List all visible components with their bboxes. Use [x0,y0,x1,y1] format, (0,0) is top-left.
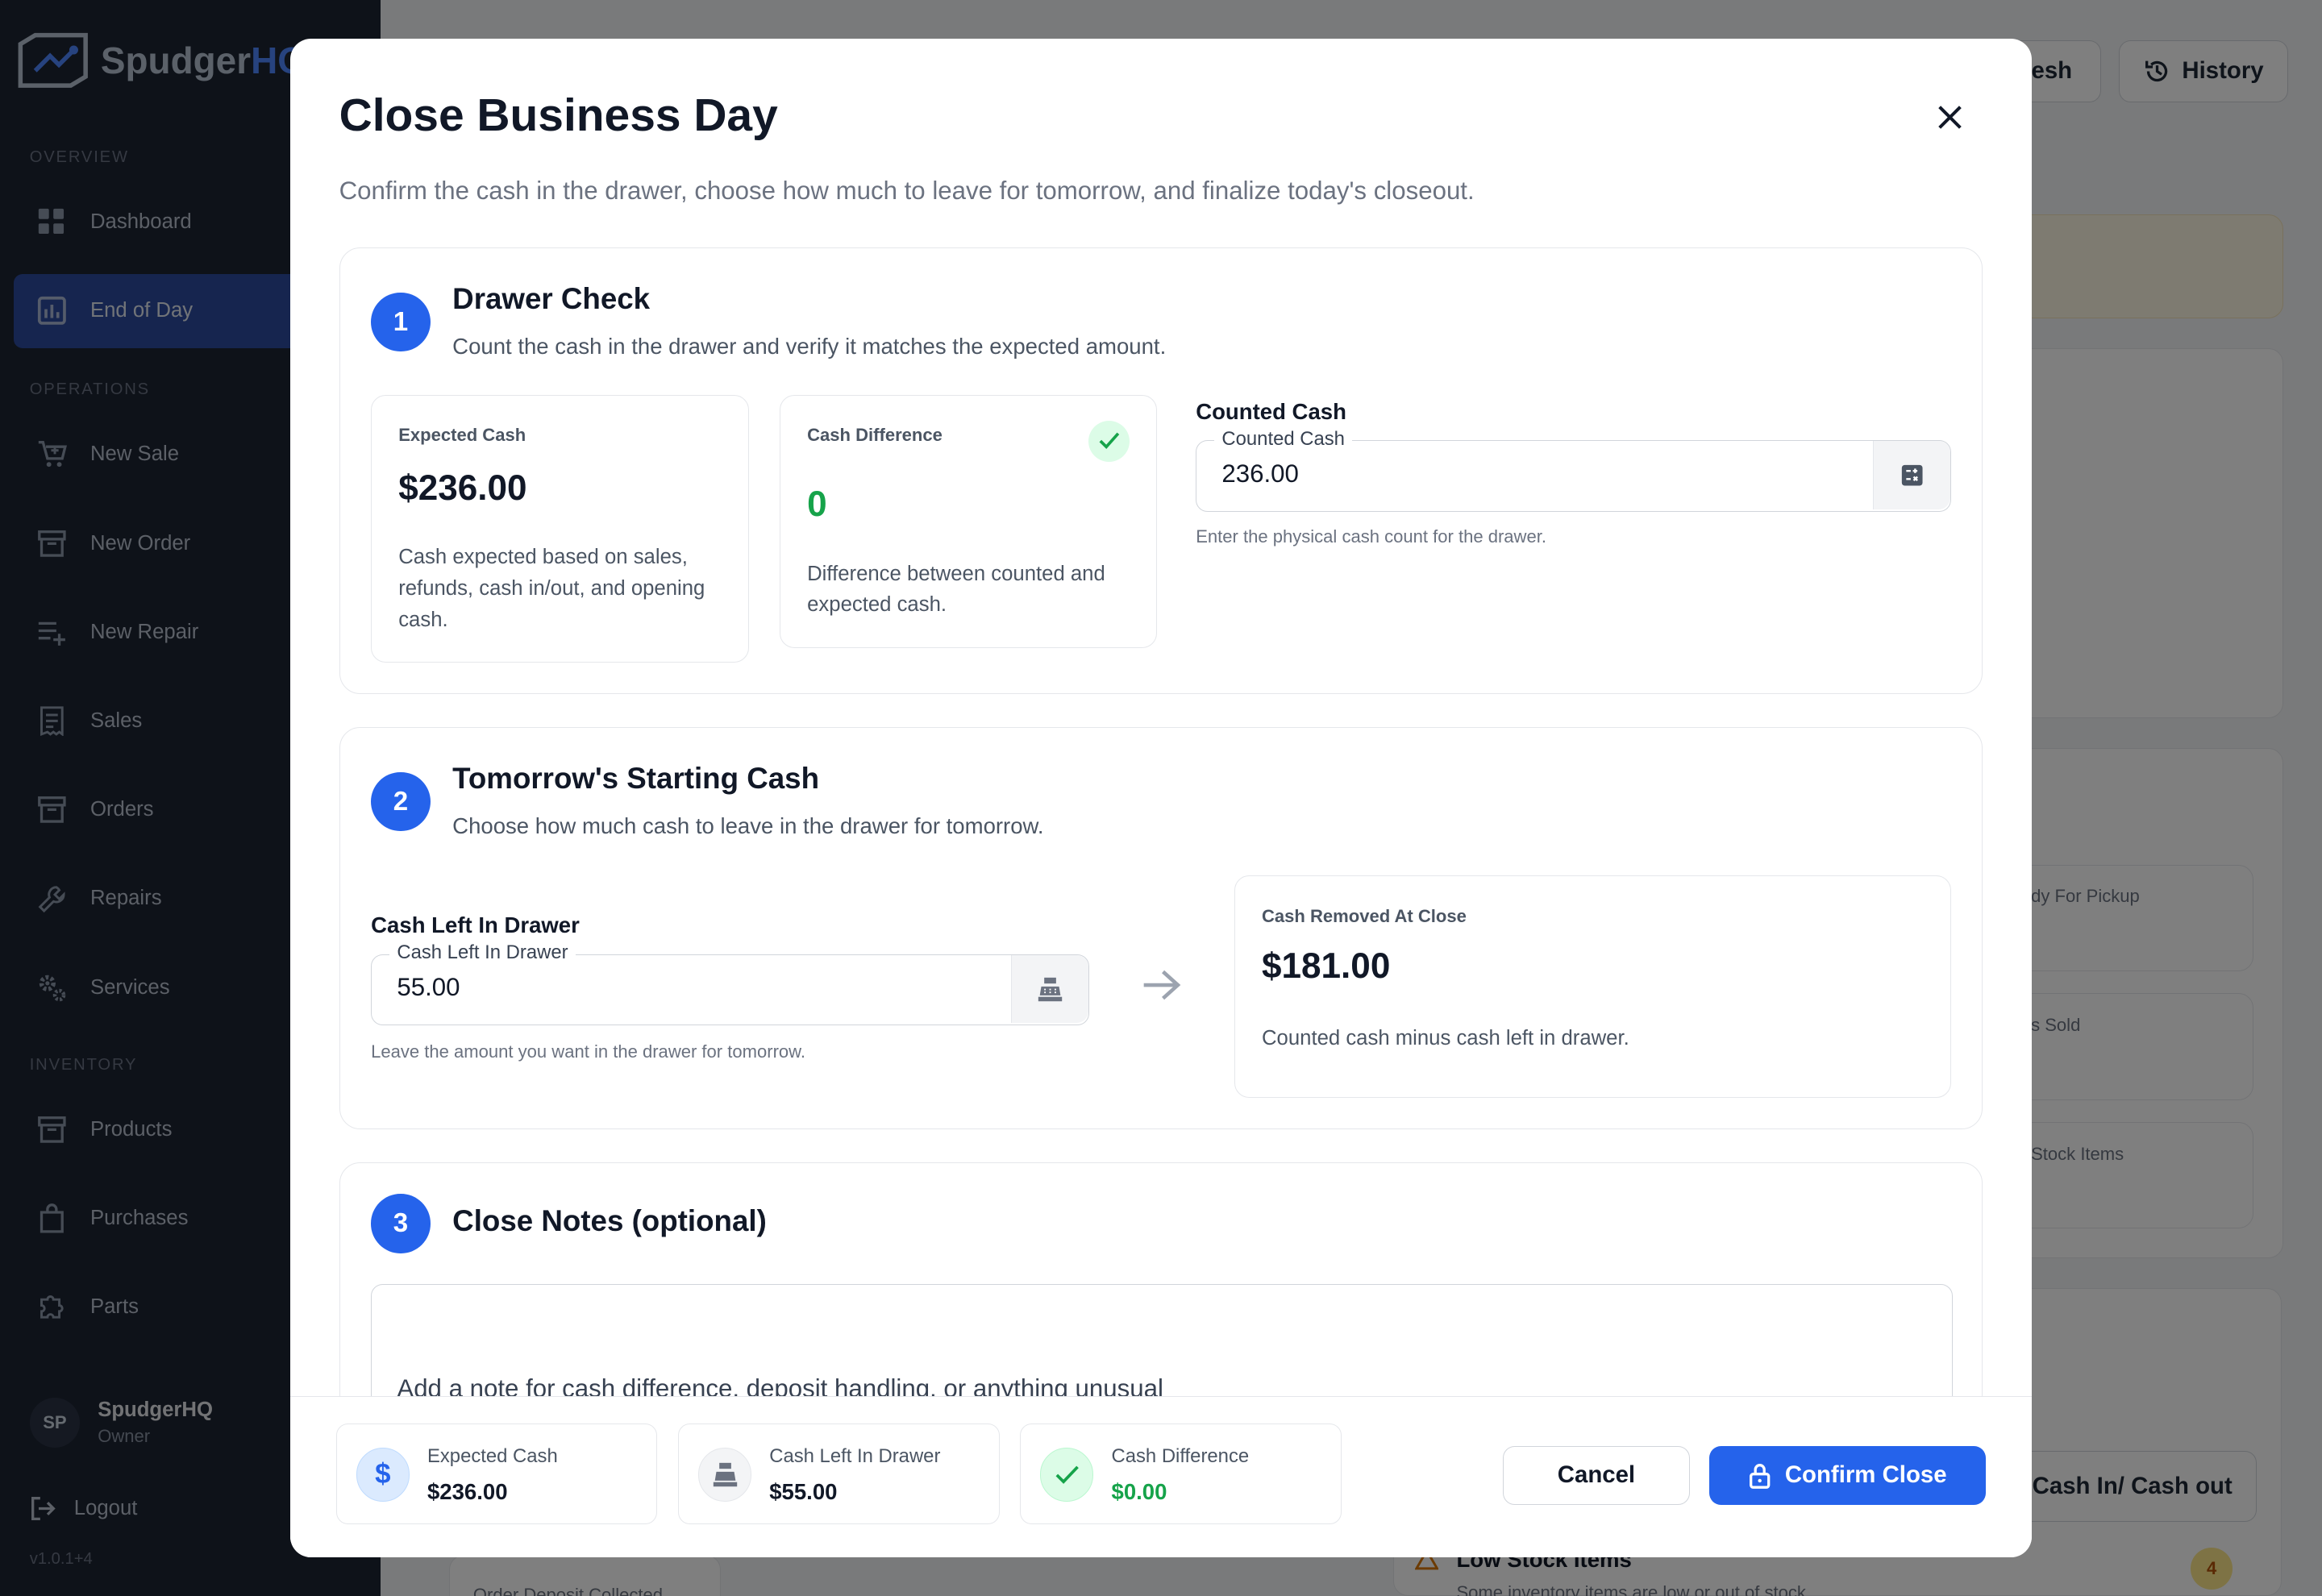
confirm-close-label: Confirm Close [1784,1461,1947,1489]
confirm-close-button[interactable]: Confirm Close [1708,1445,1986,1506]
dollar-icon: $ [356,1448,410,1502]
starting-cash-section: 2 Tomorrow's Starting Cash Choose how mu… [339,726,1983,1130]
counted-cash-help: Enter the physical cash count for the dr… [1196,526,1546,547]
counted-cash-label: Counted Cash [1196,399,1346,425]
cash-difference-label: Cash Difference [807,425,943,446]
cancel-button[interactable]: Cancel [1503,1445,1690,1506]
check-icon [1040,1448,1094,1502]
cash-removed-description: Counted cash minus cash left in drawer. [1262,1027,1629,1050]
dialog-title: Close Business Day [339,89,778,142]
expected-cash-description: Cash expected based on sales, refunds, c… [398,546,705,631]
calculator-icon [1901,464,1923,486]
footer-difference-value: $0.00 [1111,1479,1167,1504]
footer-expected-value: $236.00 [427,1479,508,1504]
step-number: 1 [371,292,431,352]
expected-cash-label: Expected Cash [398,425,526,446]
close-business-day-dialog: Close Business Day Confirm the cash in t… [289,38,2032,1558]
cash-difference-value: 0 [807,484,827,524]
counted-cash-legend: Counted Cash [1214,427,1353,451]
cash-difference-description: Difference between counted and expected … [807,562,1105,617]
section-title: Drawer Check [452,281,651,315]
counted-cash-input[interactable] [1221,459,1815,488]
arrow-right-icon [1143,970,1181,1000]
lock-icon [1749,1463,1771,1489]
cash-difference-card: Cash Difference 0 Difference between cou… [780,394,1158,648]
footer-cash-left-value: $55.00 [769,1479,838,1504]
dialog-footer: $ Expected Cash $236.00 Cash Left In Dra… [289,1396,2032,1558]
cash-register-button[interactable] [1011,954,1088,1024]
close-button[interactable] [1931,98,1970,136]
footer-expected-label: Expected Cash [427,1444,558,1467]
counted-cash-field[interactable]: Counted Cash [1196,427,1951,512]
footer-cash-left-label: Cash Left In Drawer [769,1444,941,1467]
cash-left-help: Leave the amount you want in the drawer … [371,1041,805,1062]
cash-left-legend: Cash Left In Drawer [389,941,576,965]
calculator-button[interactable] [1873,441,1950,509]
cash-register-icon [1038,977,1063,1001]
cash-removed-card: Cash Removed At Close $181.00 Counted ca… [1234,875,1951,1098]
cash-left-field[interactable]: Cash Left In Drawer [371,941,1089,1025]
section-description: Choose how much cash to leave in the dra… [452,813,1044,839]
section-title: Tomorrow's Starting Cash [452,762,820,796]
footer-cash-left: Cash Left In Drawer $55.00 [678,1424,1000,1524]
dialog-subtitle: Confirm the cash in the drawer, choose h… [339,176,1475,205]
section-description: Count the cash in the drawer and verify … [452,334,1167,360]
footer-cash-difference: Cash Difference $0.00 [1020,1424,1342,1524]
section-title: Close Notes (optional) [452,1204,767,1238]
cash-register-icon [698,1448,752,1502]
step-number: 2 [371,771,431,832]
cash-removed-value: $181.00 [1262,946,1391,986]
check-icon [1088,420,1130,463]
cash-left-input[interactable] [397,972,990,1002]
cash-left-label: Cash Left In Drawer [371,912,580,938]
drawer-check-section: 1 Drawer Check Count the cash in the dra… [339,247,1983,695]
footer-difference-label: Cash Difference [1111,1444,1250,1467]
expected-cash-value: $236.00 [398,468,527,508]
step-number: 3 [371,1194,431,1253]
expected-cash-card: Expected Cash $236.00 Cash expected base… [371,394,749,663]
footer-expected-cash: $ Expected Cash $236.00 [335,1424,658,1524]
close-icon [1938,105,1962,129]
cash-removed-label: Cash Removed At Close [1262,906,1467,927]
